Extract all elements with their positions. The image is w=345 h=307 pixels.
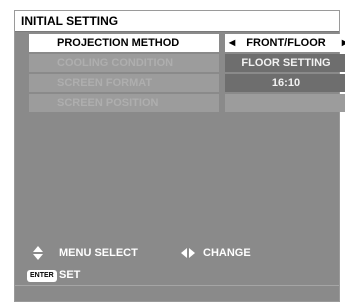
menu-item-label: COOLING CONDITION	[29, 54, 219, 72]
window-title: INITIAL SETTING	[21, 14, 119, 28]
menu-row-cooling-condition[interactable]: COOLING CONDITION FLOOR SETTING	[29, 54, 345, 72]
menu-item-value-empty	[225, 94, 345, 112]
menu-item-label: SCREEN POSITION	[29, 94, 219, 112]
menu-item-value[interactable]: 16:10	[225, 74, 345, 92]
title-bar: INITIAL SETTING	[15, 11, 339, 32]
footer-separator	[15, 285, 339, 286]
set-hint: SET	[59, 269, 81, 281]
initial-setting-panel: INITIAL SETTING PROJECTION METHOD ◀ FRON…	[14, 10, 345, 302]
up-down-arrow-icon	[33, 246, 43, 260]
menu-item-label: PROJECTION METHOD	[29, 34, 219, 52]
menu-item-value-text: FRONT/FLOOR	[246, 37, 326, 49]
settings-menu: PROJECTION METHOD ◀ FRONT/FLOOR ▶ COOLIN…	[29, 34, 345, 114]
enter-key-badge: ENTER	[27, 270, 57, 282]
menu-item-value-text: FLOOR SETTING	[241, 57, 331, 69]
menu-item-value[interactable]: ◀ FRONT/FLOOR ▶	[225, 34, 345, 52]
change-hint: CHANGE	[203, 247, 251, 259]
menu-row-screen-format[interactable]: SCREEN FORMAT 16:10	[29, 74, 345, 92]
menu-item-value[interactable]: FLOOR SETTING	[225, 54, 345, 72]
menu-row-projection-method[interactable]: PROJECTION METHOD ◀ FRONT/FLOOR ▶	[29, 34, 345, 52]
menu-row-screen-position[interactable]: SCREEN POSITION	[29, 94, 345, 112]
footer-hints: MENU SELECT CHANGE	[33, 245, 333, 263]
footer-enter-hint: ENTER SET	[27, 267, 327, 285]
menu-item-label: SCREEN FORMAT	[29, 74, 219, 92]
left-right-arrow-icon	[181, 248, 195, 258]
triangle-left-icon[interactable]: ◀	[229, 34, 235, 52]
menu-select-hint: MENU SELECT	[59, 247, 138, 259]
menu-item-value-text: 16:10	[271, 77, 301, 89]
